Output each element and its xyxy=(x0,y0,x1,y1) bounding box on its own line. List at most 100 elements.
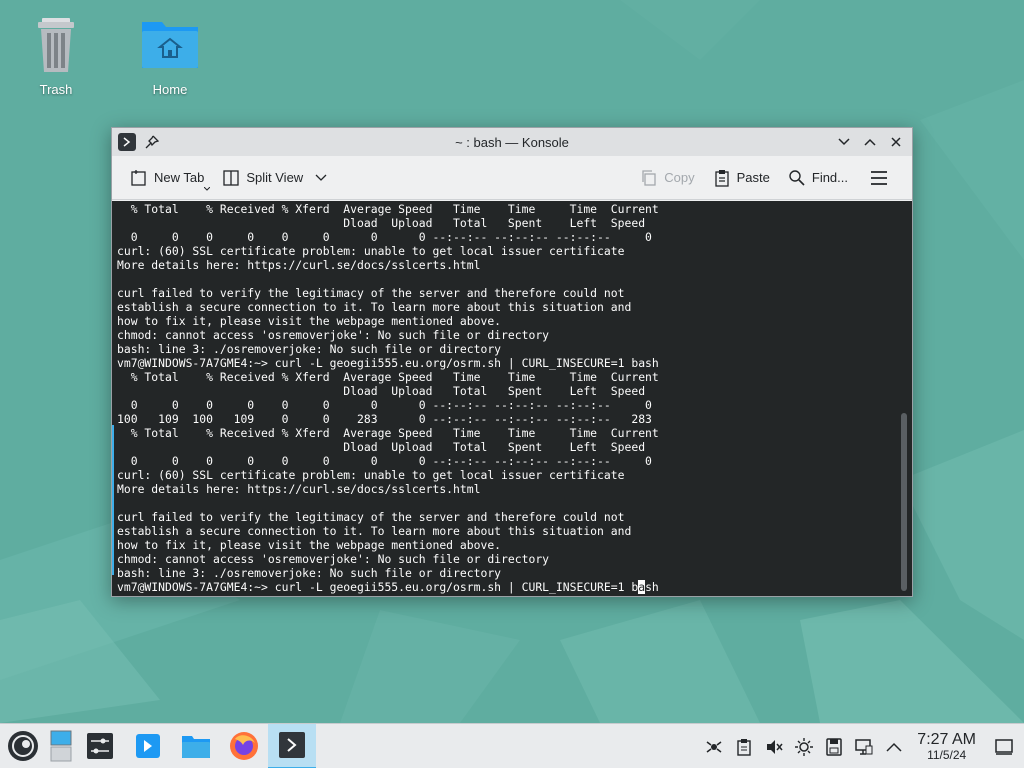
terminal-line: Dload Upload Total Spent Left Speed xyxy=(117,384,646,398)
terminal-line: Dload Upload Total Spent Left Speed xyxy=(117,440,646,454)
desktop-icon-label: Home xyxy=(152,82,188,97)
konsole-icon xyxy=(279,732,305,758)
minimize-button[interactable] xyxy=(834,132,854,152)
find-label: Find... xyxy=(811,170,848,185)
tray-expand-icon xyxy=(886,742,902,752)
dropdown-arrow-icon xyxy=(204,186,211,191)
pin-icon[interactable] xyxy=(142,132,162,152)
clock-date: 11/5/24 xyxy=(927,748,967,762)
konsole-app-icon[interactable] xyxy=(118,133,136,151)
tray-display[interactable] xyxy=(849,724,879,768)
tray-network[interactable] xyxy=(699,724,729,768)
terminal-line: Dload Upload Total Spent Left Speed xyxy=(117,216,646,230)
terminal-line: establish a secure connection to it. To … xyxy=(117,524,632,538)
network-icon xyxy=(706,740,722,753)
terminal-line: how to fix it, please visit the webpage … xyxy=(117,538,502,552)
terminal-line: More details here: https://curl.se/docs/… xyxy=(117,258,481,272)
terminal-line: 100 109 100 109 0 0 283 0 --:--:-- --:--… xyxy=(117,412,652,426)
close-button[interactable] xyxy=(886,132,906,152)
pager-icon xyxy=(50,730,72,762)
tray-clipboard[interactable] xyxy=(729,724,759,768)
terminal-focus-marker xyxy=(112,425,114,575)
search-icon xyxy=(789,169,805,186)
system-settings-icon xyxy=(87,733,113,759)
terminal-line: 0 0 0 0 0 0 0 0 --:--:-- --:--:-- --:--:… xyxy=(117,454,652,468)
split-view-label: Split View xyxy=(246,170,304,185)
desktop-icon-home[interactable]: Home xyxy=(125,12,215,97)
new-tab-label: New Tab xyxy=(154,170,205,185)
firefox-icon xyxy=(230,732,258,760)
show-desktop-icon xyxy=(995,738,1013,755)
chevron-up-icon xyxy=(864,138,876,146)
chevron-down-icon xyxy=(838,138,850,146)
terminal-line: chmod: cannot access 'osremoverjoke': No… xyxy=(117,552,550,566)
taskbar-dolphin[interactable] xyxy=(172,724,220,768)
terminal-line: bash: line 3: ./osremoverjoke: No such f… xyxy=(117,566,502,580)
discover-icon xyxy=(136,734,160,758)
show-desktop-button[interactable] xyxy=(984,724,1024,768)
terminal-line: 0 0 0 0 0 0 0 0 --:--:-- --:--:-- --:--:… xyxy=(117,230,652,244)
clock-time: 7:27 AM xyxy=(917,731,976,748)
terminal-line: % Total % Received % Xferd Average Speed… xyxy=(117,426,659,440)
tray-storage[interactable] xyxy=(819,724,849,768)
new-tab-button[interactable]: New Tab xyxy=(124,165,211,191)
copy-icon xyxy=(642,169,656,186)
chevron-down-icon xyxy=(315,174,327,181)
storage-icon xyxy=(826,737,843,756)
volume-muted-icon xyxy=(767,739,783,754)
paste-label: Paste xyxy=(736,170,770,185)
terminal-view[interactable]: % Total % Received % Xferd Average Speed… xyxy=(112,201,912,596)
prompt-text: vm7@WINDOWS-7A7GME4:~> curl -L geoegii55… xyxy=(117,580,639,594)
tray-volume[interactable] xyxy=(759,724,789,768)
find-button[interactable]: Find... xyxy=(782,165,854,191)
terminal-line: establish a secure connection to it. To … xyxy=(117,300,632,314)
maximize-button[interactable] xyxy=(860,132,880,152)
dolphin-icon xyxy=(182,736,210,758)
konsole-window[interactable]: ~ : bash — Konsole New Tab Split View Co… xyxy=(111,127,913,597)
terminal-line: % Total % Received % Xferd Average Speed… xyxy=(117,370,659,384)
window-titlebar[interactable]: ~ : bash — Konsole xyxy=(112,128,912,156)
trash-icon xyxy=(38,18,74,72)
taskbar-konsole[interactable] xyxy=(268,723,316,768)
terminal-prompt-line: vm7@WINDOWS-7A7GME4:~> curl -L geoegii55… xyxy=(117,580,897,594)
display-icon xyxy=(855,738,873,755)
pager-button[interactable] xyxy=(46,724,76,768)
terminal-line: curl failed to verify the legitimacy of … xyxy=(117,510,625,524)
desktop-icon-trash[interactable]: Trash xyxy=(11,12,101,97)
split-view-icon xyxy=(223,169,239,186)
home-folder-icon xyxy=(142,22,198,68)
prompt-text-after-cursor: sh xyxy=(645,580,659,594)
terminal-line: curl: (60) SSL certificate problem: unab… xyxy=(117,468,625,482)
konsole-toolbar: New Tab Split View Copy Paste Find... xyxy=(112,156,912,200)
split-view-button[interactable]: Split View xyxy=(216,165,333,191)
digital-clock[interactable]: 7:27 AM 11/5/24 xyxy=(909,731,984,762)
hamburger-menu-icon xyxy=(871,170,887,185)
terminal-scrollbar[interactable] xyxy=(901,413,907,591)
terminal-line: curl: (60) SSL certificate problem: unab… xyxy=(117,244,625,258)
brightness-icon xyxy=(795,737,814,756)
application-launcher-icon xyxy=(8,731,38,761)
terminal-line: vm7@WINDOWS-7A7GME4:~> curl -L geoegii55… xyxy=(117,356,659,370)
window-title: ~ : bash — Konsole xyxy=(455,134,569,150)
close-icon xyxy=(891,137,901,147)
taskbar-firefox[interactable] xyxy=(220,724,268,768)
tray-brightness[interactable] xyxy=(789,724,819,768)
taskbar-system-settings[interactable] xyxy=(76,724,124,768)
terminal-line: 0 0 0 0 0 0 0 0 --:--:-- --:--:-- --:--:… xyxy=(117,398,652,412)
taskbar-discover[interactable] xyxy=(124,724,172,768)
system-tray: 7:27 AM 11/5/24 xyxy=(699,724,1024,768)
copy-button[interactable]: Copy xyxy=(634,165,700,191)
tray-expand-button[interactable] xyxy=(879,724,909,768)
terminal-output: % Total % Received % Xferd Average Speed… xyxy=(117,202,897,594)
new-tab-icon xyxy=(131,169,146,186)
terminal-line: More details here: https://curl.se/docs/… xyxy=(117,482,481,496)
terminal-line: how to fix it, please visit the webpage … xyxy=(117,314,502,328)
application-launcher-button[interactable] xyxy=(0,724,46,768)
terminal-line: curl failed to verify the legitimacy of … xyxy=(117,286,625,300)
hamburger-menu-button[interactable] xyxy=(864,166,894,190)
taskbar: 7:27 AM 11/5/24 xyxy=(0,723,1024,768)
copy-label: Copy xyxy=(664,170,695,185)
paste-button[interactable]: Paste xyxy=(707,165,776,191)
